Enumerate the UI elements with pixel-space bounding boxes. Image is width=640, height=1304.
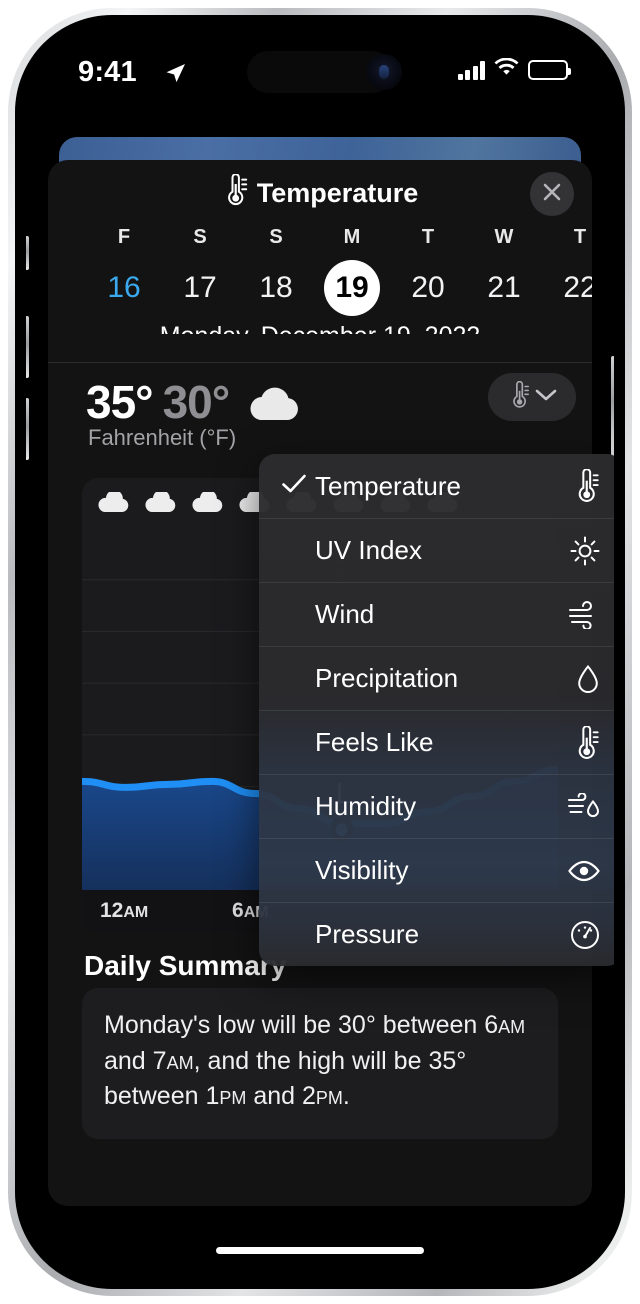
- temperature-high: 35°: [86, 376, 154, 428]
- weekday-label: S: [269, 226, 283, 248]
- date-cell-16[interactable]: 16: [86, 260, 162, 316]
- cellular-bars-icon: [457, 60, 485, 80]
- axis-tick-label: 12AM: [100, 899, 149, 922]
- volume-up-button[interactable]: [26, 316, 29, 378]
- menu-item-label: Temperature: [315, 470, 461, 501]
- silent-switch[interactable]: [26, 236, 29, 270]
- power-button[interactable]: [611, 356, 614, 456]
- home-indicator[interactable]: [216, 1247, 424, 1254]
- date-number: 17: [183, 271, 217, 304]
- date-number: 19: [324, 260, 380, 316]
- menu-item-label: UV Index: [315, 535, 422, 565]
- summary-text-fragment: and 2: [246, 1082, 316, 1110]
- status-bar-time: 9:41: [78, 56, 137, 88]
- sun-icon: [567, 535, 601, 567]
- device-bezel: 9:41 Temperature F S S M T W T 16 17 18 …: [15, 15, 625, 1289]
- humidity-icon: [567, 792, 601, 821]
- date-cell-19[interactable]: 19: [314, 260, 390, 316]
- menu-item-label: Feels Like: [315, 727, 434, 757]
- menu-item-label: Humidity: [315, 791, 417, 821]
- date-scroller[interactable]: FSSMTWTF 1617181920212223 Monday, Decemb…: [48, 226, 592, 334]
- daily-summary-heading: Daily Summary: [84, 950, 287, 981]
- menu-item-label: Pressure: [315, 919, 420, 949]
- date-number: 22: [563, 271, 592, 304]
- daily-summary-card: Monday's low will be 30° between 6AM and…: [82, 988, 558, 1139]
- weekday-label: M: [343, 226, 361, 248]
- phone-screen: 9:41 Temperature F S S M T W T 16 17 18 …: [26, 26, 614, 1278]
- menu-item-temperature[interactable]: Temperature: [259, 454, 614, 518]
- summary-text-fragment: PM: [219, 1088, 247, 1108]
- menu-item-wind[interactable]: Wind: [259, 582, 614, 646]
- date-number: 20: [411, 271, 445, 304]
- menu-item-label: Precipitation: [315, 663, 459, 693]
- summary-text-fragment: and 7: [104, 1046, 167, 1075]
- unit-label: Fahrenheit (°F): [88, 425, 237, 450]
- wifi-icon: [494, 57, 519, 82]
- date-cell-21[interactable]: 21: [466, 260, 542, 316]
- day-number-row[interactable]: 1617181920212223: [86, 260, 592, 316]
- checkmark-icon: [281, 473, 315, 500]
- weekday-label: W: [494, 226, 514, 248]
- date-number: 16: [107, 271, 141, 304]
- date-cell-22[interactable]: 22: [542, 260, 592, 316]
- device-frame: 9:41 Temperature F S S M T W T 16 17 18 …: [8, 8, 632, 1296]
- sheet-header: Temperature: [48, 160, 592, 226]
- menu-item-pressure[interactable]: Pressure: [259, 902, 614, 966]
- menu-item-uv-index[interactable]: UV Index: [259, 518, 614, 582]
- droplet-icon: [567, 663, 601, 695]
- summary-text-fragment: .: [342, 1082, 350, 1110]
- cloud-icon: [143, 489, 177, 519]
- temperature-low: 30°: [162, 376, 231, 428]
- chevron-down-icon: [535, 388, 557, 407]
- cloud-icon: [96, 489, 130, 519]
- weekday-row: FSSMTWTF: [86, 226, 592, 249]
- page-title: Temperature: [48, 173, 592, 213]
- close-icon: [541, 181, 563, 208]
- cloud-icon: [245, 385, 303, 428]
- page-title-text: Temperature: [256, 178, 419, 208]
- volume-down-button[interactable]: [26, 398, 29, 460]
- date-cell-17[interactable]: 17: [162, 260, 238, 316]
- summary-text-fragment: AM: [166, 1052, 194, 1073]
- weekday-label: T: [573, 226, 587, 248]
- menu-item-humidity[interactable]: Humidity: [259, 774, 614, 838]
- status-bar: 9:41: [26, 26, 614, 118]
- summary-text-fragment: PM: [315, 1088, 343, 1108]
- menu-item-feels-like[interactable]: Feels Like: [259, 710, 614, 774]
- date-number: 18: [259, 271, 293, 304]
- thermometer-icon: [567, 725, 601, 760]
- summary-text-fragment: AM: [498, 1017, 526, 1037]
- weekday-label: T: [421, 226, 435, 248]
- wind-icon: [567, 600, 601, 629]
- front-camera-icon: [366, 54, 402, 90]
- date-cell-20[interactable]: 20: [390, 260, 466, 316]
- thermometer-icon: [222, 173, 248, 213]
- metric-selector-button[interactable]: [488, 373, 576, 421]
- weekday-label: F: [117, 226, 131, 248]
- menu-item-precipitation[interactable]: Precipitation: [259, 646, 614, 710]
- daily-summary-text: Monday's low will be 30° between 6AM and…: [104, 1008, 536, 1115]
- gauge-icon: [567, 919, 601, 951]
- cloud-icon: [190, 489, 224, 519]
- menu-item-label: Wind: [315, 599, 375, 629]
- close-button[interactable]: [530, 172, 574, 216]
- status-bar-indicators: [457, 57, 571, 82]
- date-number: 21: [487, 271, 521, 304]
- selected-full-date: Monday, December 19, 2022: [48, 322, 592, 334]
- battery-icon: [528, 60, 571, 80]
- location-arrow-icon: [164, 61, 188, 90]
- thermometer-icon: [508, 380, 530, 414]
- weekday-label: S: [193, 226, 207, 248]
- thermometer-icon: [567, 469, 601, 503]
- temperature-summary-row: 35° 30° Fahrenheit (°F): [48, 363, 592, 450]
- summary-text-fragment: Monday's low will be 30° between 6: [104, 1011, 499, 1039]
- menu-item-visibility[interactable]: Visibility: [259, 838, 614, 902]
- menu-item-label: Visibility: [315, 855, 409, 885]
- metric-dropdown-menu[interactable]: Temperature UV Index Wind Precipitation Feel…: [259, 454, 614, 966]
- date-cell-18[interactable]: 18: [238, 260, 314, 316]
- eye-icon: [567, 859, 601, 883]
